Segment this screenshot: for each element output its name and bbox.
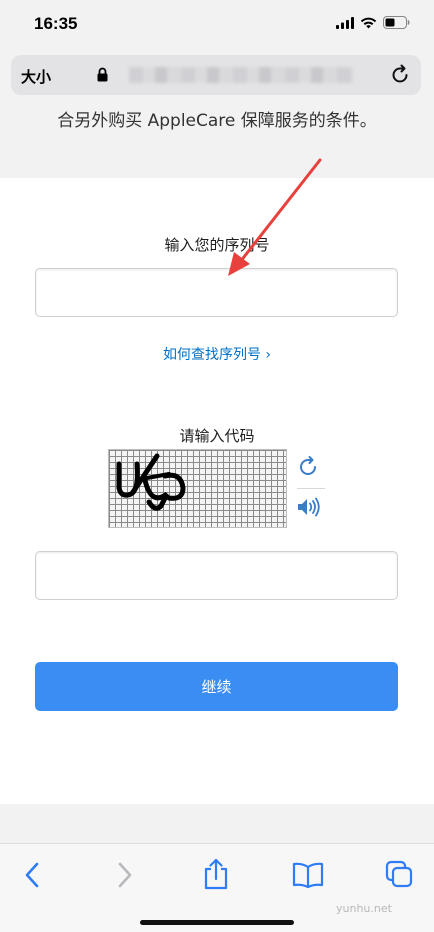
lock-icon [97, 67, 108, 82]
serial-input[interactable] [35, 268, 398, 317]
battery-icon [383, 16, 410, 29]
share-icon[interactable] [202, 858, 230, 890]
wifi-icon [360, 17, 377, 28]
captcha-divider [297, 488, 325, 489]
url-text-blurred [129, 67, 353, 83]
terms-text: 合另外购买 AppleCare 保障服务的条件。 [57, 111, 377, 131]
status-icons [336, 16, 410, 29]
captcha-input[interactable] [35, 551, 398, 600]
refresh-captcha-icon[interactable] [296, 455, 320, 479]
status-time: 16:35 [34, 14, 78, 33]
safari-toolbar [0, 843, 434, 932]
captcha-glyphs [116, 453, 186, 511]
find-serial-link[interactable]: 如何查找序列号 › [0, 344, 434, 364]
audio-captcha-icon[interactable] [296, 496, 322, 518]
home-indicator [140, 920, 294, 925]
text-size-button[interactable]: 大小 [21, 66, 51, 87]
reload-icon[interactable] [389, 64, 411, 86]
forward-icon[interactable] [115, 860, 135, 890]
back-icon[interactable] [22, 860, 42, 890]
watermark: yunhu.net [336, 902, 392, 915]
code-label: 请输入代码 [179, 427, 255, 445]
bookmarks-icon[interactable] [292, 862, 324, 888]
tabs-icon[interactable] [385, 860, 413, 888]
status-bar: 16:35 [0, 0, 434, 50]
signal-icon [336, 16, 354, 29]
address-bar[interactable]: 大小 [11, 55, 421, 95]
continue-button[interactable]: 继续 [35, 662, 398, 711]
captcha-image [108, 449, 287, 528]
serial-label: 输入您的序列号 [164, 236, 270, 254]
